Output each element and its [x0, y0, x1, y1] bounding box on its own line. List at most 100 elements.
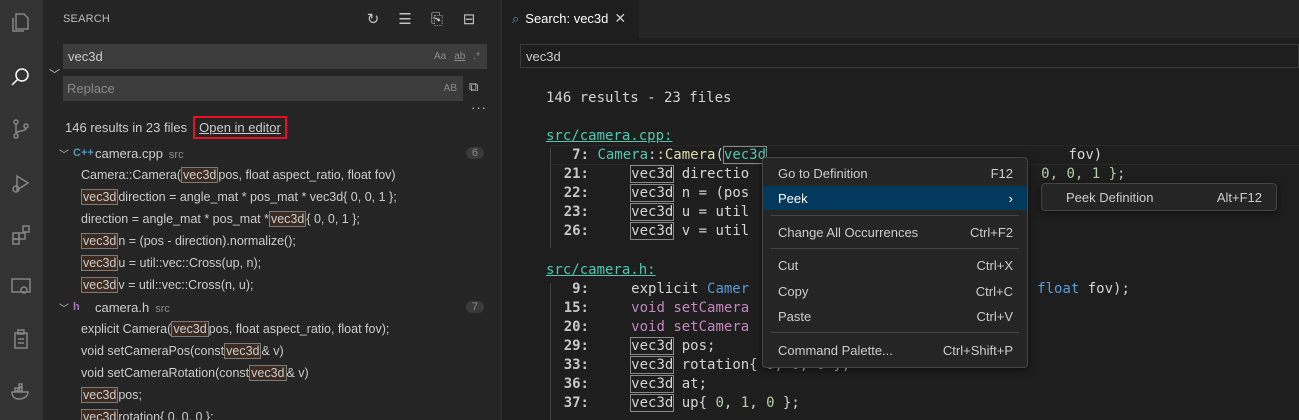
code-token: Camera — [664, 147, 716, 163]
context-menu: Go to Definition F12 Peek › Change All Occ… — [762, 157, 1028, 368]
search-sidebar: SEARCH ↻ ☰ ⎘ ⊟ ﹀ vec3d Aa ab .* Replace … — [43, 0, 500, 420]
search-match[interactable]: direction = angle_mat * pos_mat * vec3d{… — [43, 208, 500, 230]
code-line[interactable]: 26: vec3d v = util — [546, 222, 749, 241]
menu-item-peek[interactable]: Peek › — [763, 186, 1027, 210]
new-search-editor-icon[interactable]: ⎘ — [428, 10, 446, 28]
chevron-down-icon[interactable]: ﹀ — [59, 300, 69, 315]
file-link-camera-h[interactable]: src/camera.h: — [546, 261, 656, 280]
menu-item-cut[interactable]: Cut Ctrl+X — [763, 253, 1027, 277]
match-highlight: vec3d — [630, 337, 675, 355]
results-count-text: 146 results in 23 files — [65, 120, 188, 135]
search-match[interactable]: void setCameraRotation(const vec3d & v) — [43, 362, 500, 384]
sidebar-actions: ↻ ☰ ⎘ ⊟ — [364, 10, 478, 29]
run-debug-icon[interactable] — [6, 168, 36, 198]
code-line[interactable]: 20: void setCamera — [546, 318, 749, 337]
source-control-icon[interactable] — [6, 114, 36, 144]
code-line[interactable]: 22: vec3d n = (pos — [546, 184, 749, 203]
match-highlight: vec3d — [224, 343, 262, 359]
match-highlight: vec3d — [81, 387, 119, 403]
match-text: void setCameraRotation(const — [81, 366, 250, 380]
match-highlight: vec3d — [181, 167, 219, 183]
match-text: n = (pos - direction).normalize(); — [118, 234, 296, 248]
code-token: :: — [648, 147, 665, 163]
search-match[interactable]: explicit Camera(vec3d pos, float aspect_… — [43, 318, 500, 340]
code-token: 0 — [766, 395, 775, 411]
remote-explorer-icon[interactable] — [6, 272, 36, 302]
match-highlight: vec3d — [630, 394, 675, 412]
close-icon[interactable]: ✕ — [614, 10, 626, 27]
code-token: at; — [673, 376, 708, 392]
menu-item-change-all-occurrences[interactable]: Change All Occurrences Ctrl+F2 — [763, 220, 1027, 244]
search-match[interactable]: vec3d rotation{ 0, 0, 0 }; — [43, 406, 500, 420]
clear-results-icon[interactable]: ☰ — [396, 10, 414, 28]
match-text: rotation{ 0, 0, 0 }; — [118, 410, 214, 420]
match-text: pos, float aspect_ratio, float fov); — [208, 322, 390, 336]
line-number: 26: — [563, 223, 589, 239]
toggle-replace-chevron-icon[interactable]: ﹀ — [49, 66, 60, 82]
editor-query-input[interactable]: vec3d — [520, 44, 1299, 68]
menu-item-peek-definition[interactable]: Peek Definition — [1066, 190, 1153, 205]
regex-icon[interactable]: .* — [473, 51, 480, 62]
more-options-icon[interactable]: ··· — [471, 100, 487, 115]
search-icon[interactable] — [6, 62, 36, 92]
replace-input[interactable]: Replace AB — [63, 76, 463, 101]
whole-word-icon[interactable]: ab — [454, 51, 465, 62]
file-row[interactable]: ﹀ h camera.h src 7 — [43, 296, 500, 318]
refresh-icon[interactable]: ↻ — [364, 10, 382, 28]
code-token: directio — [673, 166, 750, 182]
code-line[interactable]: 37: vec3d up{ 0, 1, 0 }; — [546, 394, 800, 413]
search-match[interactable]: vec3d pos; — [43, 384, 500, 406]
search-match[interactable]: vec3d v = util::vec::Cross(n, u); — [43, 274, 500, 296]
code-token: ( — [715, 147, 724, 163]
peek-submenu: Peek Definition Alt+F12 — [1041, 183, 1277, 211]
extensions-icon[interactable] — [6, 220, 36, 250]
search-input[interactable]: vec3d Aa ab .* — [63, 44, 487, 69]
match-text: { 0, 0, 1 }; — [306, 212, 360, 226]
menu-item-copy[interactable]: Copy Ctrl+C — [763, 279, 1027, 303]
file-link-camera-cpp[interactable]: src/camera.cpp: — [546, 127, 672, 146]
docker-icon[interactable] — [6, 376, 36, 406]
header-file-icon: h — [73, 301, 80, 313]
menu-item-label: Go to Definition — [778, 165, 868, 181]
results-tree: ﹀ C++ camera.cpp src 6 Camera::Camera(vec3d p… — [43, 142, 500, 420]
tab-search-editor[interactable]: ⌕ Search: vec3d ✕ — [502, 0, 639, 38]
code-token: 1 — [740, 395, 750, 411]
search-match[interactable]: Camera::Camera(vec3d pos, float aspect_r… — [43, 164, 500, 186]
line-number: 29: — [563, 338, 589, 354]
file-row[interactable]: ﹀ C++ camera.cpp src 6 — [43, 142, 500, 164]
code-token: setCamera — [673, 300, 750, 316]
search-match[interactable]: void setCameraPos(const vec3d & v) — [43, 340, 500, 362]
line-number: 21: — [563, 166, 589, 182]
menu-item-go-to-definition[interactable]: Go to Definition F12 — [763, 161, 1027, 185]
search-match[interactable]: vec3d u = util::vec::Cross(up, n); — [43, 252, 500, 274]
explorer-icon[interactable] — [6, 8, 36, 38]
match-case-icon[interactable]: Aa — [434, 51, 446, 62]
replace-all-icon[interactable]: ⧉ — [469, 79, 487, 97]
code-line[interactable]: 36: vec3d at; — [546, 375, 707, 394]
testing-icon[interactable] — [6, 324, 36, 354]
open-in-editor-link[interactable]: Open in editor — [193, 116, 287, 139]
search-match[interactable]: vec3d n = (pos - direction).normalize(); — [43, 230, 500, 252]
code-line[interactable]: 15: void setCamera — [546, 299, 749, 318]
match-highlight: vec3d — [630, 184, 675, 202]
match-highlight: vec3d — [81, 277, 119, 293]
search-match[interactable]: vec3d direction = angle_mat * pos_mat * … — [43, 186, 500, 208]
preserve-case-icon[interactable]: AB — [444, 83, 463, 94]
menu-item-shortcut: F12 — [990, 165, 1013, 181]
chevron-down-icon[interactable]: ﹀ — [59, 146, 69, 161]
code-line[interactable]: 23: vec3d u = util — [546, 203, 749, 222]
line-number: 33: — [563, 357, 589, 373]
menu-item-shortcut: Ctrl+C — [975, 283, 1013, 299]
match-highlight: vec3d — [630, 203, 675, 221]
menu-item-label: Change All Occurrences — [778, 224, 919, 240]
line-number: 15: — [563, 300, 589, 316]
collapse-all-icon[interactable]: ⊟ — [460, 10, 478, 28]
line-number: 37: — [563, 395, 589, 411]
file-name-text: camera.h — [95, 299, 150, 315]
file-name-text: camera.cpp — [95, 145, 163, 161]
code-line[interactable]: 29: vec3d pos; — [546, 337, 715, 356]
menu-item-command-palette[interactable]: Command Palette... Ctrl+Shift+P — [763, 338, 1027, 362]
code-token: rotation — [673, 357, 750, 373]
activity-bar — [0, 0, 43, 420]
menu-item-paste[interactable]: Paste Ctrl+V — [763, 304, 1027, 328]
